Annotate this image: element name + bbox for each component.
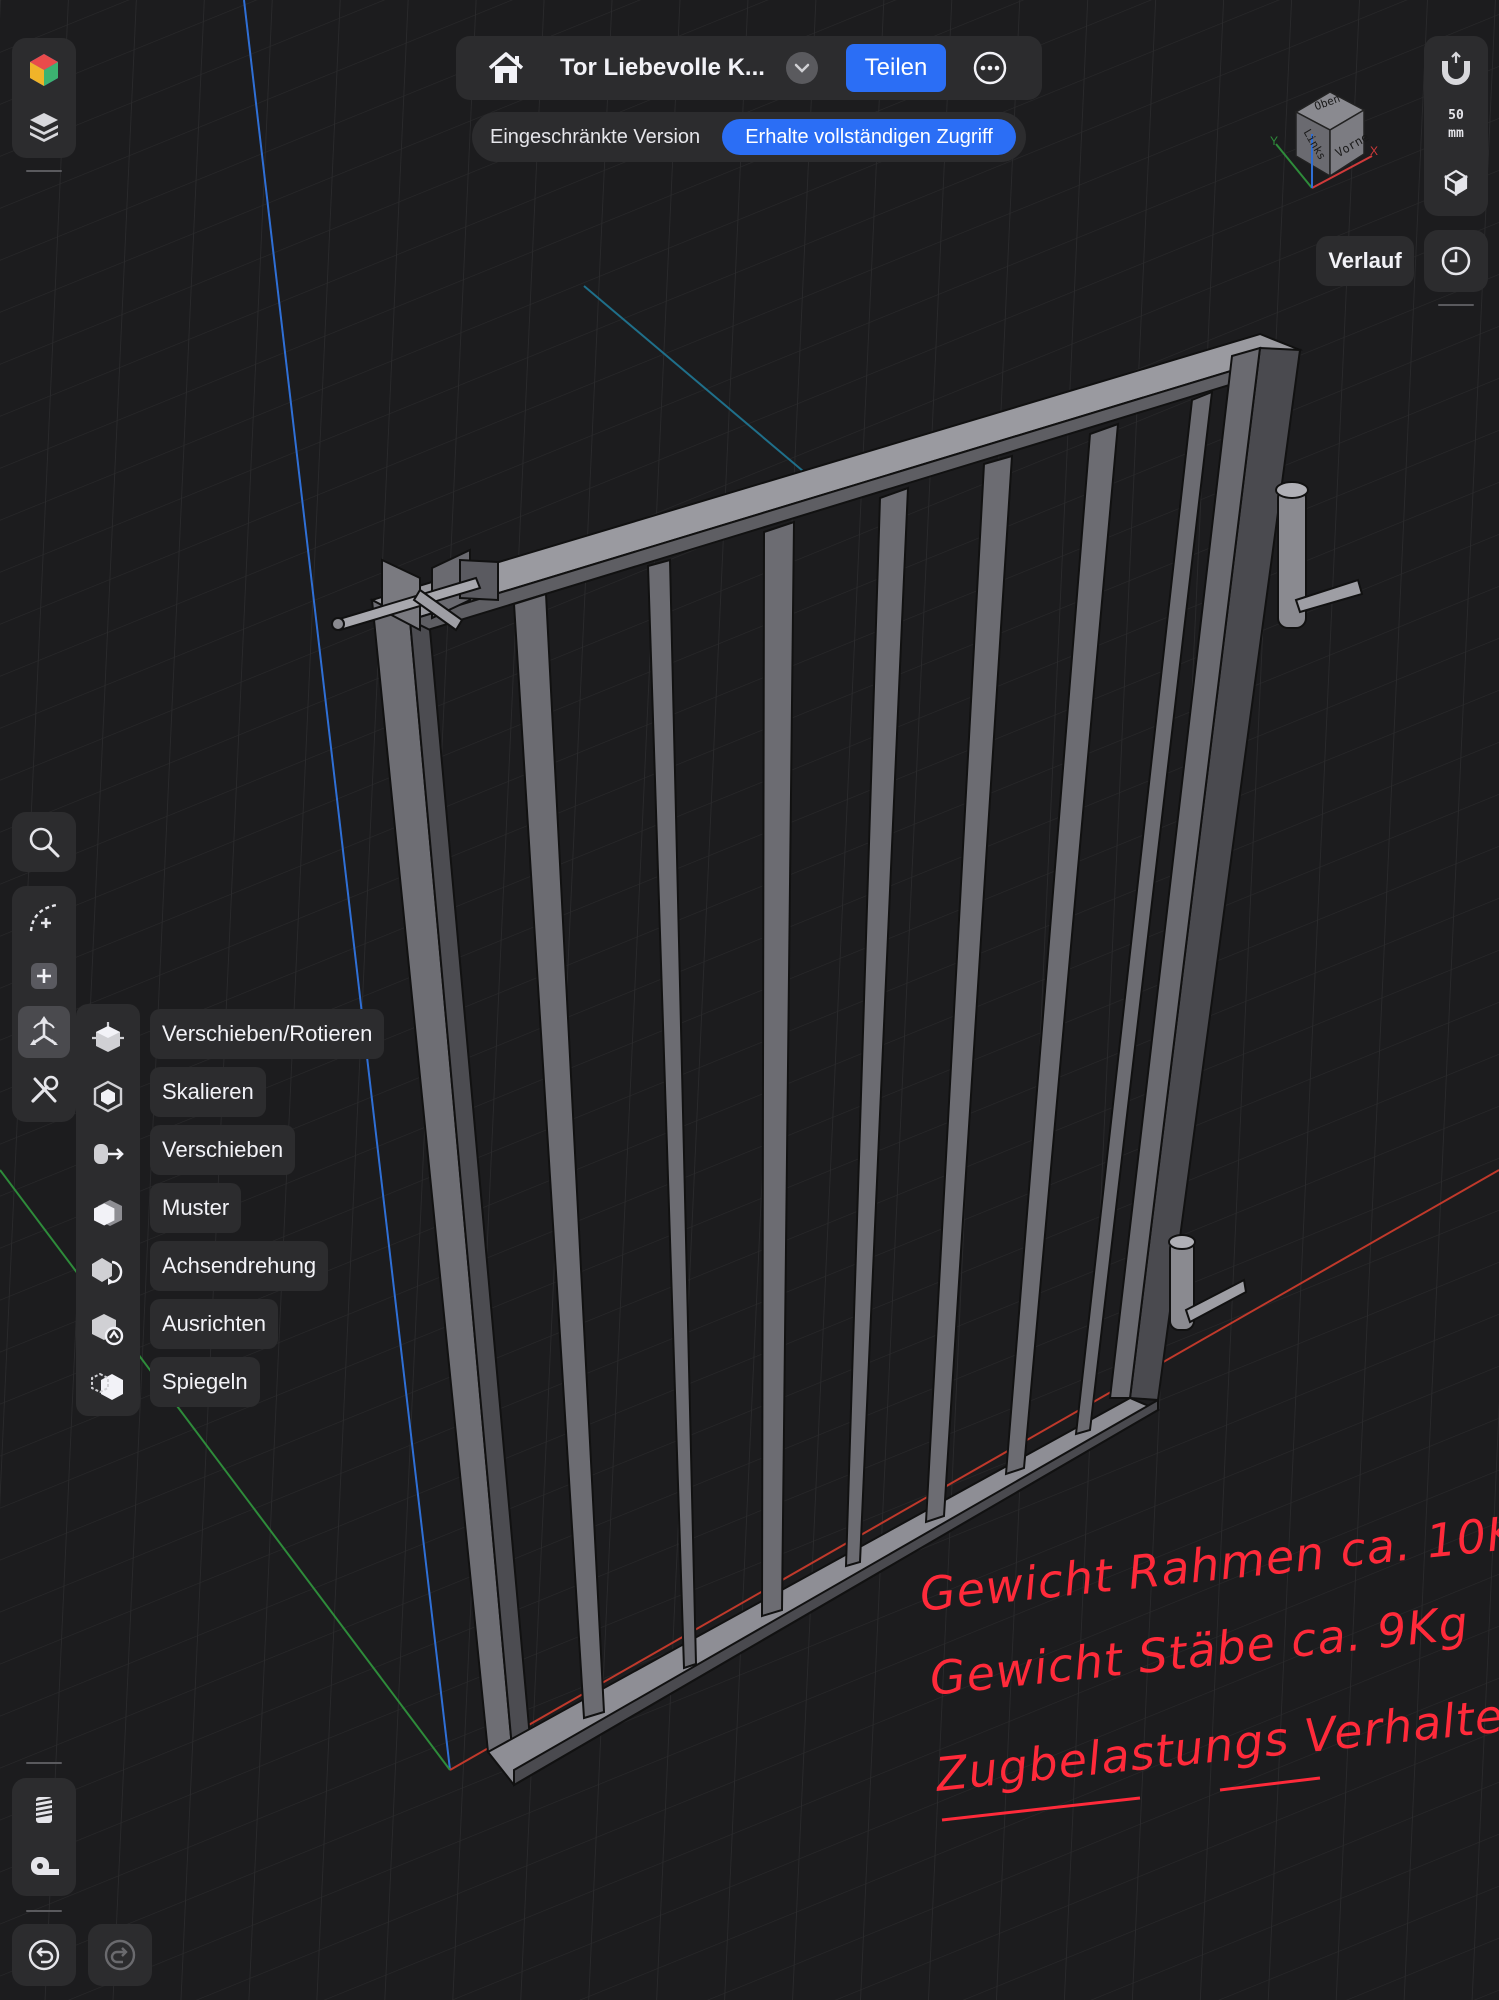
thread-icon[interactable] xyxy=(18,1784,70,1836)
chevron-down-icon[interactable] xyxy=(786,52,818,84)
history-label[interactable]: Verlauf xyxy=(1316,236,1414,286)
limited-version-label: Eingeschränkte Version xyxy=(490,126,701,148)
share-button[interactable]: Teilen xyxy=(846,44,946,92)
view-cube[interactable]: Oben Vorne Links X Y xyxy=(1270,84,1380,194)
right-top-toolbar: 50 mm xyxy=(1424,36,1488,216)
offset-icon[interactable] xyxy=(86,1132,130,1176)
menu-item-align[interactable]: Ausrichten xyxy=(150,1299,278,1349)
home-icon[interactable] xyxy=(486,48,526,88)
menu-item-move-rotate[interactable]: Verschieben/Rotieren xyxy=(150,1009,385,1059)
add-primitive-icon[interactable] xyxy=(18,950,70,1002)
clock-icon xyxy=(1430,235,1482,287)
transform-tool-icon[interactable] xyxy=(18,1006,70,1058)
left-top-toolbar xyxy=(12,38,76,158)
menu-item-pattern[interactable]: Muster xyxy=(150,1183,242,1233)
layers-icon[interactable] xyxy=(18,100,70,152)
right-divider xyxy=(1438,304,1474,306)
magnet-snap-icon[interactable] xyxy=(1430,42,1482,94)
modify-tools-icon[interactable] xyxy=(18,1064,70,1116)
license-bar: Eingeschränkte Version Erhalte vollständ… xyxy=(472,112,1026,162)
document-title[interactable]: Tor Liebevolle K... xyxy=(560,36,765,100)
left-bottom-divider-1 xyxy=(26,1762,62,1764)
search-button[interactable] xyxy=(12,812,76,872)
left-bottom-divider-2 xyxy=(26,1910,62,1912)
search-icon xyxy=(18,816,70,868)
measure-tape-icon[interactable] xyxy=(18,1840,70,1892)
axis-rotation-icon[interactable] xyxy=(86,1248,130,1292)
more-options-icon[interactable] xyxy=(972,50,1008,86)
left-tool-toolbar xyxy=(12,886,76,1122)
3d-viewport[interactable] xyxy=(0,0,1499,2000)
move-rotate-icon[interactable] xyxy=(86,1016,130,1060)
history-button[interactable] xyxy=(1424,230,1488,292)
align-icon[interactable] xyxy=(86,1306,130,1350)
scale-icon[interactable] xyxy=(86,1074,130,1118)
menu-item-axis-rotation[interactable]: Achsendrehung xyxy=(150,1241,329,1291)
left-top-divider xyxy=(26,170,62,172)
redo-icon xyxy=(94,1929,146,1981)
snap-unit: mm xyxy=(1448,126,1464,141)
snap-value[interactable]: 50 xyxy=(1424,108,1488,123)
menu-item-offset[interactable]: Verschieben xyxy=(150,1125,296,1175)
undo-icon xyxy=(18,1929,70,1981)
transform-menu xyxy=(76,1004,140,1416)
axis-y-label: Y xyxy=(1270,134,1279,148)
sketch-curve-icon[interactable] xyxy=(18,892,70,944)
left-bottom-toolbar xyxy=(12,1778,76,1896)
pattern-icon[interactable] xyxy=(86,1190,130,1234)
menu-item-scale[interactable]: Skalieren xyxy=(150,1067,266,1117)
top-bar: Tor Liebevolle K... Teilen xyxy=(456,36,1042,100)
mirror-icon[interactable] xyxy=(86,1364,130,1408)
undo-button[interactable] xyxy=(12,1924,76,1986)
axis-x-label: X xyxy=(1370,144,1379,158)
redo-button[interactable] xyxy=(88,1924,152,1986)
view-mode-cube-icon[interactable] xyxy=(1430,156,1482,208)
appearance-cube-icon[interactable] xyxy=(18,44,70,96)
full-access-button[interactable]: Erhalte vollständigen Zugriff xyxy=(722,119,1016,155)
annotation-underline xyxy=(941,1776,1321,1822)
menu-item-mirror[interactable]: Spiegeln xyxy=(150,1357,260,1407)
